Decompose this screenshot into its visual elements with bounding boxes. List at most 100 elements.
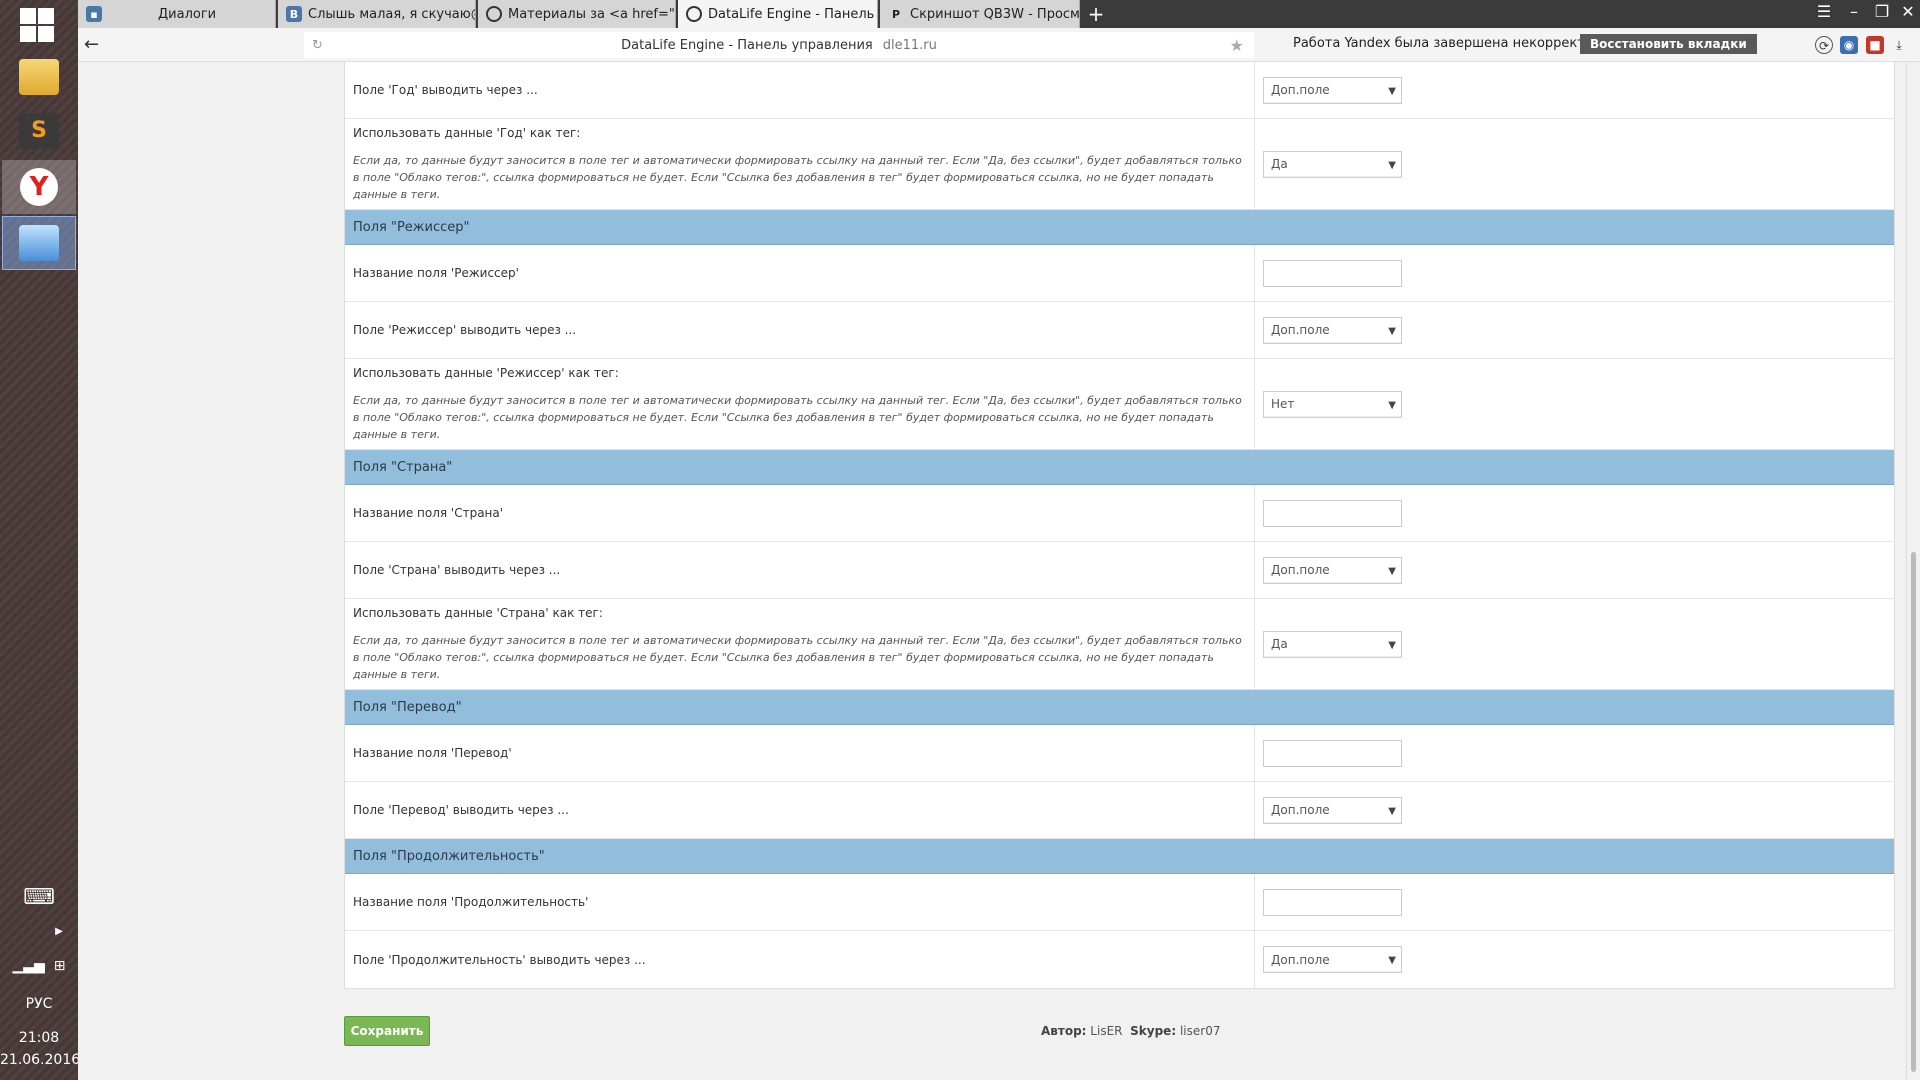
chevron-down-icon: ▼ xyxy=(1388,639,1396,651)
field-name-input[interactable] xyxy=(1263,259,1402,287)
settings-row: Поле 'Страна' выводить через ... Доп.пол… xyxy=(345,542,1894,599)
chevron-right-icon[interactable]: ▶ xyxy=(0,926,78,937)
tag-select[interactable]: Да ▼ xyxy=(1263,150,1402,178)
tab-vk[interactable]: B Слышь малая, я скучаю@2016 xyxy=(278,0,476,28)
tab-label: Материалы за <a href="/index xyxy=(508,6,675,22)
clock-date[interactable]: 21.06.2016 xyxy=(0,1052,80,1068)
settings-row: Использовать данные 'Режиссер' как тег: … xyxy=(345,359,1894,450)
row-title: Использовать данные 'Год' как тег: xyxy=(353,125,581,140)
bookmark-star-icon[interactable]: ★ xyxy=(1230,36,1244,55)
row-title: Название поля 'Перевод' xyxy=(353,746,512,760)
menu-icon[interactable]: ☰ xyxy=(1810,2,1838,21)
address-bar: ← ↻ DataLife Engine - Панель управления … xyxy=(78,28,1920,62)
section-header: Поля "Перевод" xyxy=(345,690,1894,725)
download-icon[interactable]: ⤓ xyxy=(1890,36,1908,54)
browser-tab-bar: ▪ Диалоги B Слышь малая, я скучаю@2016 М… xyxy=(78,0,1920,28)
settings-panel: Поле 'Год' выводить через ... Доп.поле ▼ … xyxy=(344,62,1895,989)
scrollbar-thumb[interactable] xyxy=(1911,552,1916,1072)
maximize-icon[interactable]: ❐ xyxy=(1868,2,1896,21)
settings-row: Поле 'Продолжительность' выводить через … xyxy=(345,931,1894,988)
save-button[interactable]: Сохранить xyxy=(344,1016,430,1046)
clock-time[interactable]: 21:08 xyxy=(0,1030,78,1046)
sublime-text-icon[interactable]: S xyxy=(2,104,76,158)
chevron-down-icon: ▼ xyxy=(1388,85,1396,97)
section-header: Поля "Продолжительность" xyxy=(345,839,1894,874)
signal-icon[interactable]: ▁▃▅ xyxy=(13,958,45,974)
notice-close-icon[interactable]: ✕ xyxy=(1746,34,1758,50)
remote-desktop-icon[interactable] xyxy=(2,216,76,270)
tab-label: DataLife Engine - Панель уп xyxy=(708,6,878,22)
settings-row: Название поля 'Страна' xyxy=(345,485,1894,542)
page-content: Поле 'Год' выводить через ... Доп.поле ▼ … xyxy=(78,62,1920,1080)
dle-icon xyxy=(686,6,702,22)
output-select[interactable]: Доп.поле ▼ xyxy=(1263,316,1402,344)
chevron-down-icon: ▼ xyxy=(1388,325,1396,337)
file-explorer-icon[interactable] xyxy=(2,50,76,104)
skype-label: Skype: xyxy=(1130,1024,1177,1038)
output-select[interactable]: Доп.поле ▼ xyxy=(1263,946,1402,973)
windows-start-icon[interactable] xyxy=(20,8,56,44)
close-window-icon[interactable]: ✕ xyxy=(1894,2,1920,21)
settings-row: Использовать данные 'Год' как тег: Если … xyxy=(345,119,1894,210)
row-title: Поле 'Продолжительность' выводить через … xyxy=(353,952,646,967)
chat-icon: ▪ xyxy=(86,6,102,22)
output-select[interactable]: Доп.поле ▼ xyxy=(1263,76,1402,104)
field-name-input[interactable] xyxy=(1263,499,1402,527)
tab-dle-admin[interactable]: DataLife Engine - Панель уп ✕ xyxy=(678,0,878,28)
tab-label: Скриншот QB3W - Просмотр с xyxy=(910,6,1080,22)
yandex-browser-icon[interactable]: Y xyxy=(2,160,76,214)
output-select[interactable]: Доп.поле ▼ xyxy=(1263,796,1402,824)
row-title: Использовать данные 'Страна' как тег: xyxy=(353,605,603,620)
chevron-down-icon: ▼ xyxy=(1388,805,1396,817)
tab-screenshot[interactable]: P Скриншот QB3W - Просмотр с xyxy=(880,0,1080,28)
settings-row: Поле 'Перевод' выводить через ... Доп.по… xyxy=(345,782,1894,839)
field-name-input[interactable] xyxy=(1263,888,1402,916)
tab-materials[interactable]: Материалы за <a href="/index xyxy=(478,0,676,28)
tag-select[interactable]: Да ▼ xyxy=(1263,630,1402,658)
chevron-down-icon: ▼ xyxy=(1388,955,1396,966)
output-select[interactable]: Доп.поле ▼ xyxy=(1263,556,1402,584)
windows-small-icon[interactable]: ⊞ xyxy=(54,958,66,974)
settings-row: Название поля 'Продолжительность' xyxy=(345,874,1894,931)
language-indicator[interactable]: РУС xyxy=(0,996,78,1012)
extension-icon[interactable]: ◉ xyxy=(1840,36,1858,54)
new-tab-icon[interactable]: + xyxy=(1082,2,1110,26)
settings-row: Поле 'Режиссер' выводить через ... Доп.п… xyxy=(345,302,1894,359)
tab-label: Диалоги xyxy=(158,6,217,22)
tab-dialogs[interactable]: ▪ Диалоги xyxy=(78,0,276,28)
row-title: Название поля 'Продолжительность' xyxy=(353,895,589,909)
page-scrollbar[interactable] xyxy=(1906,62,1920,1080)
row-title: Поле 'Год' выводить через ... xyxy=(353,83,538,97)
reload-icon[interactable]: ↻ xyxy=(312,38,323,53)
back-arrow-icon[interactable]: ← xyxy=(84,34,99,55)
row-title: Использовать данные 'Режиссер' как тег: xyxy=(353,365,619,380)
settings-row: Название поля 'Перевод' xyxy=(345,725,1894,782)
row-description: Если да, то данные будут заносится в пол… xyxy=(353,153,1242,201)
field-name-input[interactable] xyxy=(1263,739,1402,767)
restore-tabs-button[interactable]: Восстановить вкладки xyxy=(1580,34,1757,54)
settings-row: Название поля 'Режиссер' xyxy=(345,245,1894,302)
adblock-icon[interactable]: ■ xyxy=(1866,36,1884,54)
row-title: Название поля 'Режиссер' xyxy=(353,266,519,280)
form-footer: Сохранить Автор: LisER Skype: liser07 xyxy=(344,1016,1895,1056)
row-title: Поле 'Страна' выводить через ... xyxy=(353,563,561,577)
tag-select[interactable]: Нет ▼ xyxy=(1263,390,1402,418)
network-and-windows-icons[interactable]: ▁▃▅ ⊞ xyxy=(0,958,78,974)
minimize-icon[interactable]: – xyxy=(1840,2,1868,21)
page-title: DataLife Engine - Панель управления xyxy=(621,37,873,53)
row-title: Поле 'Режиссер' выводить через ... xyxy=(353,323,577,337)
author-credit: Автор: LisER Skype: liser07 xyxy=(1041,1024,1220,1038)
row-title: Поле 'Перевод' выводить через ... xyxy=(353,803,569,817)
p-icon: P xyxy=(891,7,901,21)
url-field[interactable]: ↻ DataLife Engine - Панель управления dl… xyxy=(304,32,1254,58)
vk-icon: B xyxy=(286,6,302,22)
skype-name: liser07 xyxy=(1179,1024,1221,1038)
windows-taskbar: S Y ⌨ ▶ ▁▃▅ ⊞ РУС 21:08 21.06.2016 xyxy=(0,0,80,1080)
section-header: Поля "Режиссер" xyxy=(345,210,1894,245)
page-domain: dle11.ru xyxy=(882,37,937,53)
sync-icon[interactable]: ⟳ xyxy=(1815,36,1833,54)
chevron-down-icon: ▼ xyxy=(1388,565,1396,577)
author-name: LisER xyxy=(1090,1024,1123,1038)
dle-icon xyxy=(486,6,502,22)
keyboard-icon[interactable]: ⌨ xyxy=(0,885,78,910)
